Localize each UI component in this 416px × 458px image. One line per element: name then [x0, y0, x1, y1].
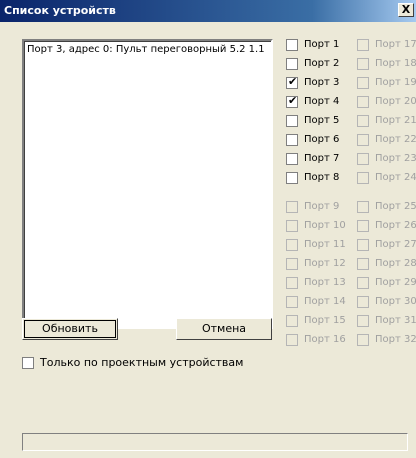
- checkbox-box: [286, 296, 298, 308]
- checkbox-box: [357, 115, 369, 127]
- list-item[interactable]: Порт 3, адрес 0: Пульт переговорный 5.2 …: [27, 44, 265, 55]
- port-label: Порт 22: [375, 134, 416, 145]
- port-label: Порт 17: [375, 39, 416, 50]
- checkbox-box: [286, 258, 298, 270]
- checkbox-box[interactable]: [286, 134, 298, 146]
- checkbox-box: [357, 39, 369, 51]
- checkbox-box[interactable]: [286, 153, 298, 165]
- checkbox-box: [357, 96, 369, 108]
- port-label: Порт 2: [304, 58, 340, 69]
- port-label: Порт 13: [304, 277, 346, 288]
- checkbox-box[interactable]: [286, 58, 298, 70]
- cancel-button[interactable]: Отмена: [176, 318, 272, 340]
- checkbox-box: [357, 220, 369, 232]
- checkbox-box: [357, 134, 369, 146]
- port-label: Порт 31: [375, 315, 416, 326]
- checkbox-box: [286, 277, 298, 289]
- port-label: Порт 30: [375, 296, 416, 307]
- port-label: Порт 21: [375, 115, 416, 126]
- close-button[interactable]: X: [398, 3, 414, 17]
- title-bar: Список устройств X: [0, 0, 416, 22]
- port-label: Порт 19: [375, 77, 416, 88]
- checkbox-box: [357, 334, 369, 346]
- port-label: Порт 7: [304, 153, 340, 164]
- checkbox-box: [286, 220, 298, 232]
- port-label: Порт 5: [304, 115, 340, 126]
- checkbox-box: [357, 77, 369, 89]
- port-label: Порт 29: [375, 277, 416, 288]
- port-label: Порт 10: [304, 220, 346, 231]
- checkmark-icon: ✔: [288, 94, 298, 107]
- checkbox-box: [286, 201, 298, 213]
- port-label: Порт 25: [375, 201, 416, 212]
- checkbox-box[interactable]: ✔: [286, 75, 298, 89]
- window-title: Список устройств: [4, 4, 116, 17]
- port-label: Порт 14: [304, 296, 346, 307]
- port-label: Порт 6: [304, 134, 340, 145]
- checkbox-box: [286, 239, 298, 251]
- checkbox-box: [357, 277, 369, 289]
- port-label: Порт 23: [375, 153, 416, 164]
- checkbox-box[interactable]: [286, 39, 298, 51]
- checkmark-icon: ✔: [288, 75, 298, 88]
- close-icon: X: [401, 3, 411, 16]
- port-label: Порт 9: [304, 201, 340, 212]
- project-devices-label: Только по проектным устройствам: [40, 356, 244, 369]
- device-list[interactable]: Порт 3, адрес 0: Пульт переговорный 5.2 …: [22, 39, 273, 329]
- port-label: Порт 11: [304, 239, 346, 250]
- checkbox-box: [357, 258, 369, 270]
- checkbox-box: [357, 239, 369, 251]
- port-label: Порт 1: [304, 39, 340, 50]
- port-label: Порт 26: [375, 220, 416, 231]
- port-label: Порт 24: [375, 172, 416, 183]
- project-devices-checkbox[interactable]: [22, 357, 34, 369]
- port-label: Порт 28: [375, 258, 416, 269]
- refresh-button[interactable]: Обновить: [22, 318, 118, 340]
- checkbox-box[interactable]: [286, 172, 298, 184]
- port-label: Порт 15: [304, 315, 346, 326]
- checkbox-box[interactable]: [286, 115, 298, 127]
- port-label: Порт 12: [304, 258, 346, 269]
- checkbox-box: [357, 201, 369, 213]
- port-label: Порт 4: [304, 96, 340, 107]
- checkbox-box: [357, 296, 369, 308]
- checkbox-box: [357, 172, 369, 184]
- checkbox-box: [286, 315, 298, 327]
- checkbox-box: [357, 58, 369, 70]
- checkbox-box: [357, 153, 369, 165]
- checkbox-box[interactable]: ✔: [286, 94, 298, 108]
- checkbox-box: [357, 315, 369, 327]
- port-label: Порт 27: [375, 239, 416, 250]
- port-label: Порт 18: [375, 58, 416, 69]
- port-label: Порт 3: [304, 77, 340, 88]
- port-label: Порт 32: [375, 334, 416, 345]
- checkbox-box: [286, 334, 298, 346]
- port-label: Порт 20: [375, 96, 416, 107]
- status-bar: [22, 433, 408, 451]
- port-label: Порт 8: [304, 172, 340, 183]
- port-label: Порт 16: [304, 334, 346, 345]
